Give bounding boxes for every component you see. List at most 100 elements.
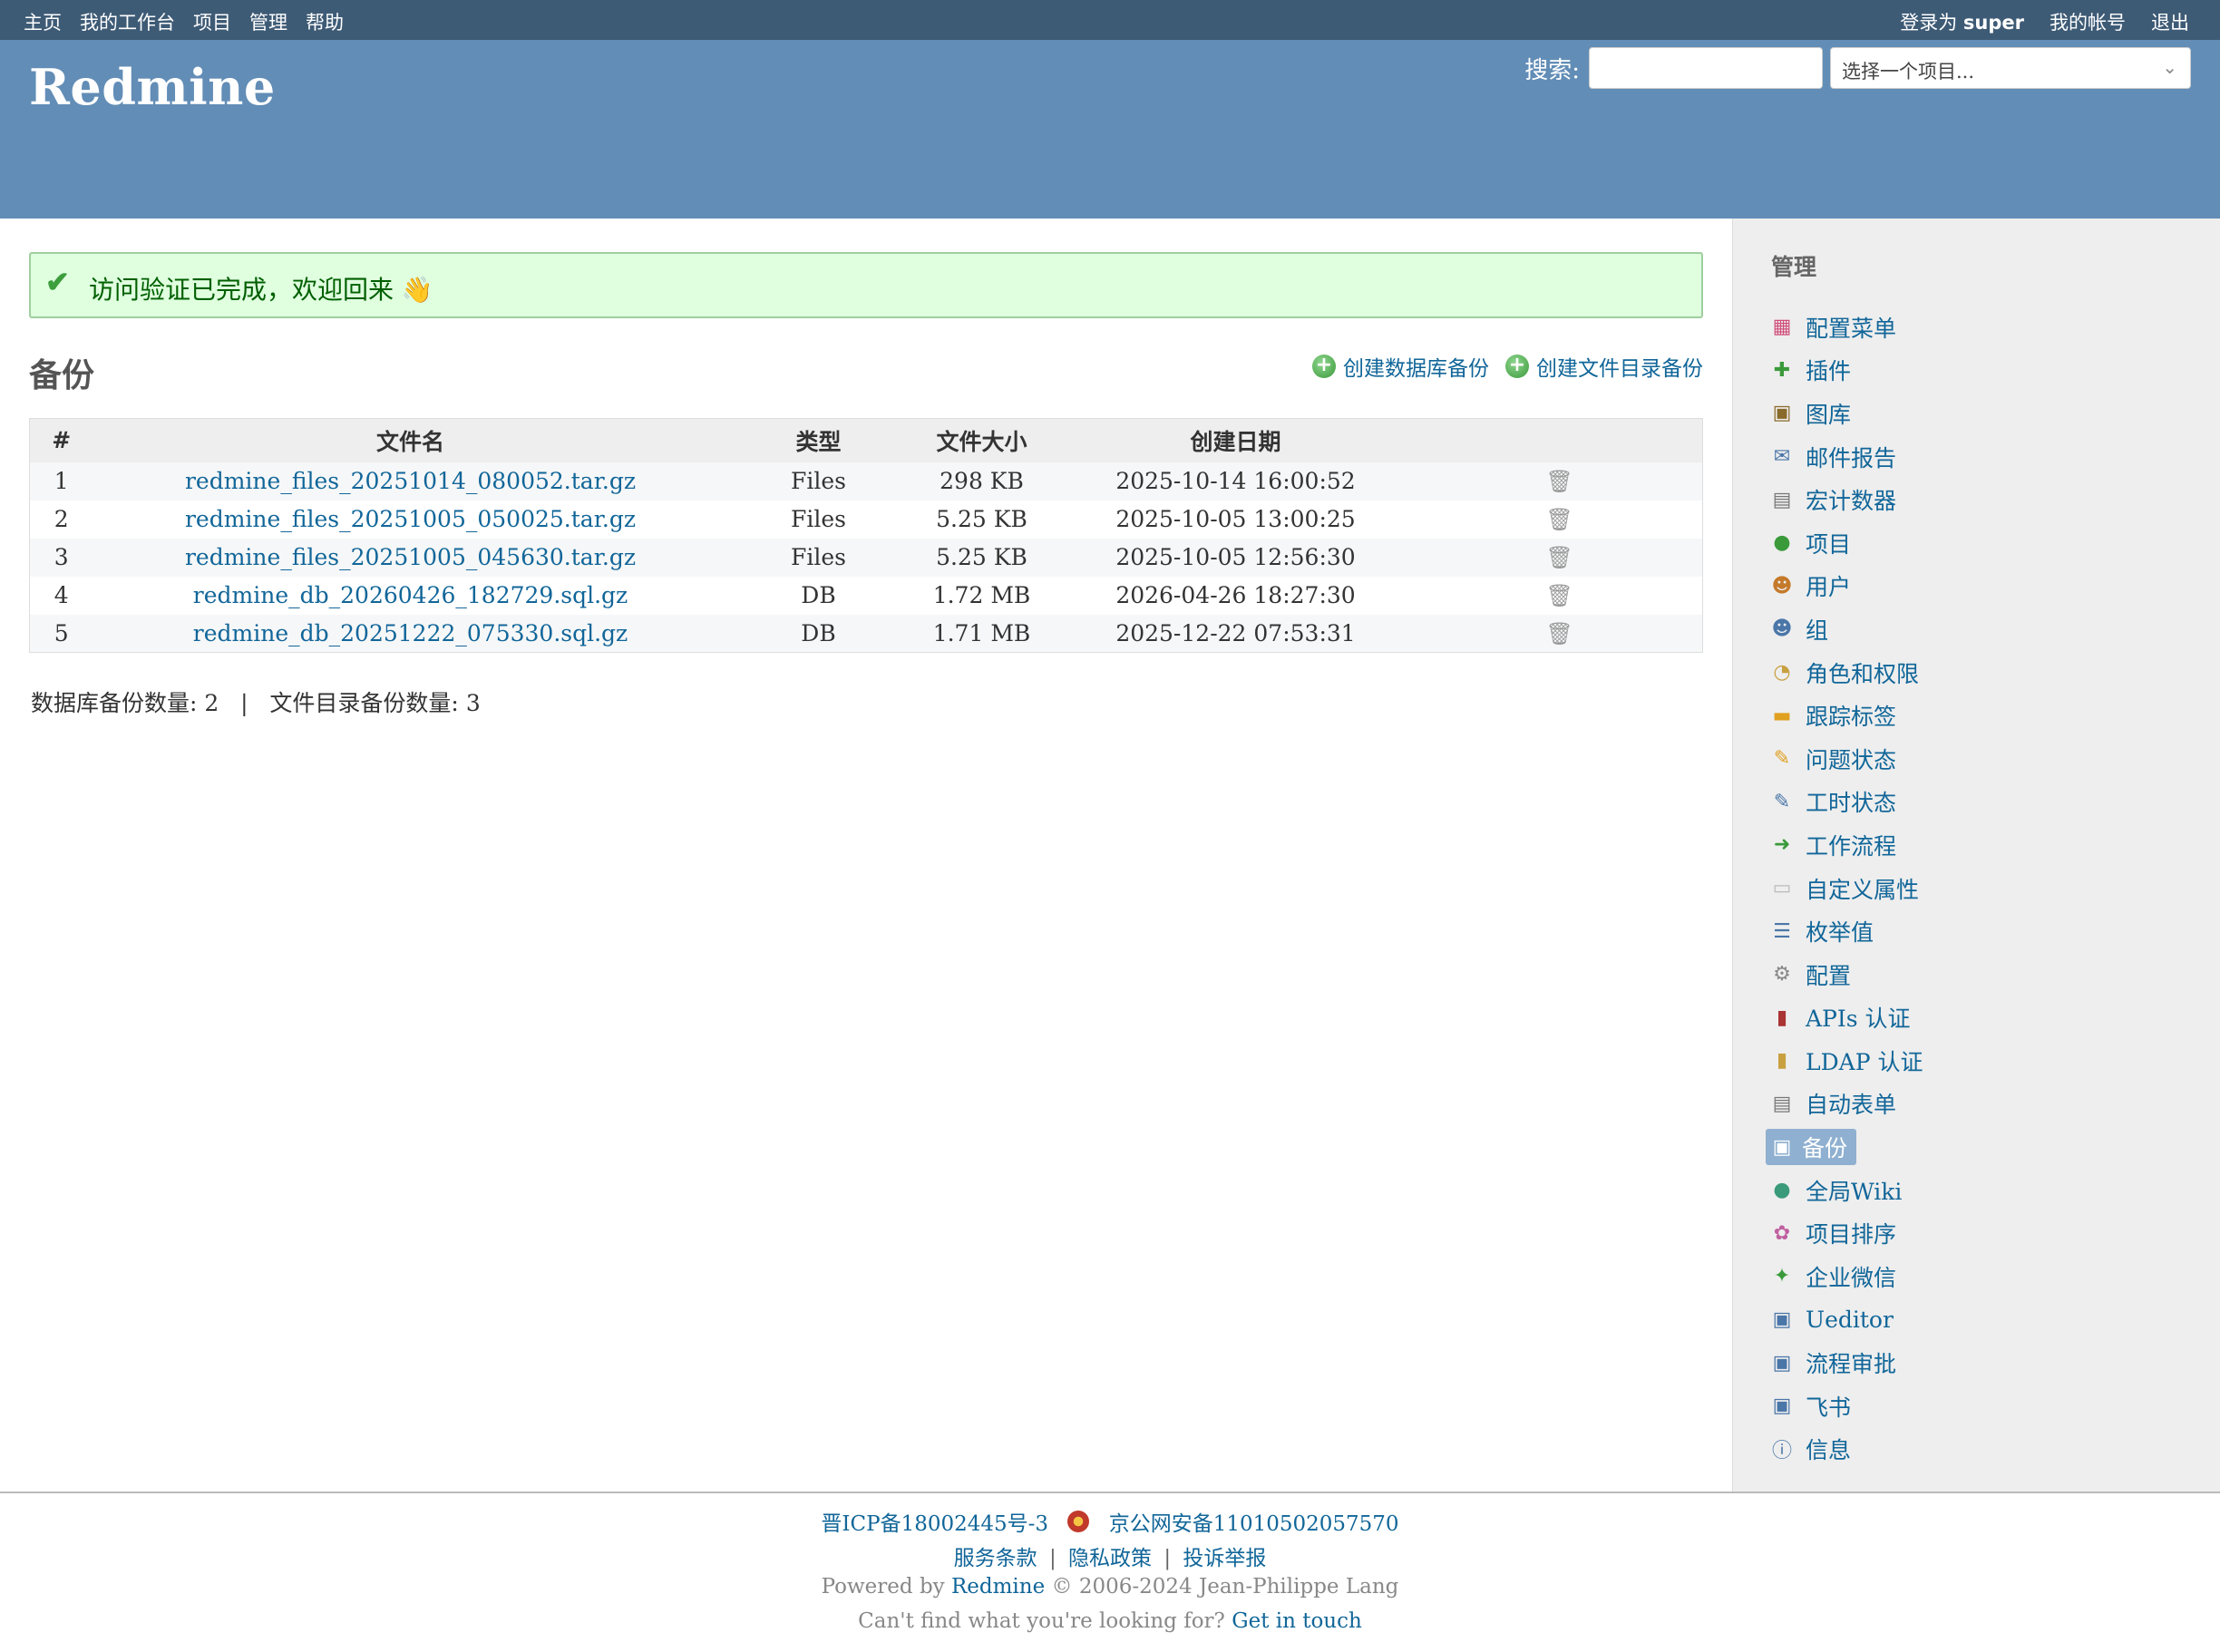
sidebar-item-gear[interactable]: ⚙ 配置 bbox=[1769, 953, 1923, 996]
sidebar-item-label: 邮件报告 bbox=[1806, 444, 1897, 471]
project-select[interactable]: 选择一个项目... ⌄ bbox=[1830, 47, 2191, 89]
logout-link[interactable]: 退出 bbox=[2151, 8, 2189, 35]
top-menu-help[interactable]: 帮助 bbox=[306, 8, 344, 35]
sidebar-item-label: LDAP 认证 bbox=[1806, 1048, 1923, 1075]
tracker-icon: ▬ bbox=[1772, 704, 1792, 727]
sidebar-item-label: 备份 bbox=[1802, 1135, 1848, 1162]
my-account-link[interactable]: 我的帐号 bbox=[2050, 8, 2126, 35]
admin-sidebar: 管理 ▦ 配置菜单 ✚ 插件 ▣ 图库 ✉ 邮件报告 ▤ 宏计数器 ● 项目 ☻ 用户 ☻ 组 ◔ 角色和权限 ▬ 跟… bbox=[1732, 219, 2220, 1492]
col-filename: 文件名 bbox=[92, 418, 728, 462]
approval-icon: ▣ bbox=[1772, 1351, 1792, 1375]
backup-file-link[interactable]: redmine_files_20251005_050025.tar.gz bbox=[185, 506, 636, 532]
sidebar-item-project-sort[interactable]: ✿ 项目排序 bbox=[1769, 1211, 1923, 1255]
sidebar-item-label: APIs 认证 bbox=[1806, 1006, 1911, 1033]
sidebar-item-form[interactable]: ▤ 自动表单 bbox=[1769, 1083, 1923, 1126]
col-type: 类型 bbox=[727, 418, 910, 462]
gear-icon: ⚙ bbox=[1773, 963, 1791, 986]
logged-in-user[interactable]: super bbox=[1963, 12, 2024, 34]
add-icon: + bbox=[1312, 355, 1336, 378]
sidebar-item-label: 自定义属性 bbox=[1806, 876, 1920, 903]
sidebar-item-roles[interactable]: ◔ 角色和权限 bbox=[1769, 651, 1923, 695]
sidebar-item-issue-status[interactable]: ✎ 问题状态 bbox=[1769, 737, 1923, 781]
sidebar-item-calculator[interactable]: ▤ 宏计数器 bbox=[1769, 478, 1923, 521]
sidebar-item-custom-field[interactable]: ▭ 自定义属性 bbox=[1769, 867, 1923, 910]
create-files-backup-button[interactable]: + 创建文件目录备份 bbox=[1505, 351, 1703, 382]
footer: 晋ICP备18002445号-3 京公网安备11010502057570 服务条… bbox=[0, 1492, 2220, 1652]
footer-links: 服务条款 | 隐私政策 | 投诉举报 bbox=[0, 1540, 2220, 1571]
main-content: ✔ 访问验证已完成，欢迎回来 👋 备份 + 创建数据库备份 + 创建文件目录备份… bbox=[0, 219, 1732, 1492]
create-db-backup-label: 创建数据库备份 bbox=[1343, 357, 1489, 381]
calculator-icon: ▤ bbox=[1772, 488, 1792, 511]
db-count-label: 数据库备份数量: bbox=[31, 690, 198, 716]
backup-file-link[interactable]: redmine_files_20251005_045630.tar.gz bbox=[185, 544, 636, 570]
row-number: 4 bbox=[29, 576, 93, 615]
sidebar-item-projects[interactable]: ● 项目 bbox=[1769, 521, 1923, 565]
privacy-link[interactable]: 隐私政策 bbox=[1068, 1547, 1152, 1570]
sidebar-item-mail[interactable]: ✉ 邮件报告 bbox=[1769, 435, 1923, 479]
sidebar-item-ldap-auth[interactable]: ▮ LDAP 认证 bbox=[1769, 1039, 1923, 1083]
sidebar-item-label: 全局Wiki bbox=[1806, 1178, 1903, 1205]
sidebar-item-puzzle[interactable]: ✚ 插件 bbox=[1769, 349, 1923, 393]
top-menu-projects[interactable]: 项目 bbox=[193, 8, 231, 35]
top-menu-administration[interactable]: 管理 bbox=[249, 8, 287, 35]
get-in-touch-link[interactable]: Get in touch bbox=[1232, 1609, 1362, 1633]
search-input[interactable] bbox=[1589, 47, 1823, 89]
trash-icon[interactable]: 🗑 bbox=[1546, 621, 1573, 646]
db-count: 2 bbox=[204, 690, 219, 716]
table-row: 2 redmine_files_20251005_050025.tar.gz Fil… bbox=[29, 500, 1703, 539]
sidebar-item-backup[interactable]: ▣ 备份 bbox=[1766, 1125, 1923, 1169]
sidebar-item-info[interactable]: ⓘ 信息 bbox=[1769, 1427, 1923, 1471]
gallery-icon: ▣ bbox=[1772, 402, 1792, 425]
chevron-down-icon: ⌄ bbox=[2162, 56, 2177, 78]
sidebar-item-gallery[interactable]: ▣ 图库 bbox=[1769, 392, 1923, 435]
report-link[interactable]: 投诉举报 bbox=[1183, 1547, 1266, 1570]
time-status-icon: ✎ bbox=[1773, 790, 1791, 813]
sidebar-item-wecom[interactable]: ✦ 企业微信 bbox=[1769, 1255, 1923, 1298]
footer-separator: | bbox=[1048, 1547, 1056, 1570]
row-actions: 🗑 bbox=[1417, 462, 1703, 500]
app-title[interactable]: Redmine bbox=[29, 58, 276, 116]
row-filename: redmine_db_20251222_075330.sql.gz bbox=[92, 614, 728, 653]
sidebar-item-label: Ueditor bbox=[1806, 1306, 1894, 1333]
sidebar-item-label: 项目 bbox=[1806, 530, 1852, 558]
feishu-icon: ▣ bbox=[1772, 1394, 1792, 1418]
sidebar-item-grid[interactable]: ▦ 配置菜单 bbox=[1769, 306, 1923, 349]
sidebar-item-feishu[interactable]: ▣ 飞书 bbox=[1769, 1385, 1923, 1428]
row-type: Files bbox=[727, 538, 910, 577]
trash-icon[interactable]: 🗑 bbox=[1546, 507, 1573, 532]
terms-link[interactable]: 服务条款 bbox=[954, 1547, 1037, 1570]
trash-icon[interactable]: 🗑 bbox=[1546, 469, 1573, 494]
sidebar-item-time-status[interactable]: ✎ 工时状态 bbox=[1769, 781, 1923, 824]
sidebar-item-editor[interactable]: ▣ Ueditor bbox=[1769, 1298, 1923, 1342]
redmine-link[interactable]: Redmine bbox=[951, 1575, 1045, 1599]
sidebar-item-approval[interactable]: ▣ 流程审批 bbox=[1769, 1341, 1923, 1385]
sidebar-item-globe[interactable]: ● 全局Wiki bbox=[1769, 1169, 1923, 1212]
backup-file-link[interactable]: redmine_files_20251014_080052.tar.gz bbox=[185, 468, 636, 494]
police-link[interactable]: 京公网安备11010502057570 bbox=[1109, 1512, 1399, 1536]
top-menu-home[interactable]: 主页 bbox=[24, 8, 62, 35]
logged-in-as: 登录为 super bbox=[1900, 8, 2024, 35]
sidebar-item-user[interactable]: ☻ 用户 bbox=[1769, 565, 1923, 608]
trash-icon[interactable]: 🗑 bbox=[1546, 583, 1573, 608]
col-actions bbox=[1417, 418, 1703, 462]
sidebar-item-group[interactable]: ☻ 组 bbox=[1769, 607, 1923, 651]
table-row: 3 redmine_files_20251005_045630.tar.gz Fil… bbox=[29, 538, 1703, 577]
backup-file-link[interactable]: redmine_db_20251222_075330.sql.gz bbox=[193, 620, 628, 646]
row-size: 298 KB bbox=[909, 462, 1055, 500]
project-select-value: 选择一个项目... bbox=[1842, 61, 1975, 83]
wecom-icon: ✦ bbox=[1773, 1265, 1791, 1288]
backup-file-link[interactable]: redmine_db_20260426_182729.sql.gz bbox=[193, 582, 628, 608]
top-menu-my-page[interactable]: 我的工作台 bbox=[80, 8, 175, 35]
sidebar-item-label: 问题状态 bbox=[1806, 746, 1897, 773]
editor-icon: ▣ bbox=[1772, 1307, 1792, 1331]
icp-link[interactable]: 晋ICP备18002445号-3 bbox=[821, 1512, 1048, 1536]
sidebar-item-api-auth[interactable]: ▮ APIs 认证 bbox=[1769, 996, 1923, 1040]
project-sort-icon: ✿ bbox=[1773, 1221, 1791, 1245]
create-db-backup-button[interactable]: + 创建数据库备份 bbox=[1312, 351, 1489, 382]
sidebar-item-workflow[interactable]: ➜ 工作流程 bbox=[1769, 823, 1923, 867]
sidebar-item-list[interactable]: ☰ 枚举值 bbox=[1769, 909, 1923, 953]
top-menu-right: 登录为 super 我的帐号 退出 bbox=[1900, 8, 2189, 35]
sidebar-item-label: 用户 bbox=[1806, 574, 1852, 601]
sidebar-item-tracker[interactable]: ▬ 跟踪标签 bbox=[1769, 694, 1923, 737]
trash-icon[interactable]: 🗑 bbox=[1546, 545, 1573, 570]
